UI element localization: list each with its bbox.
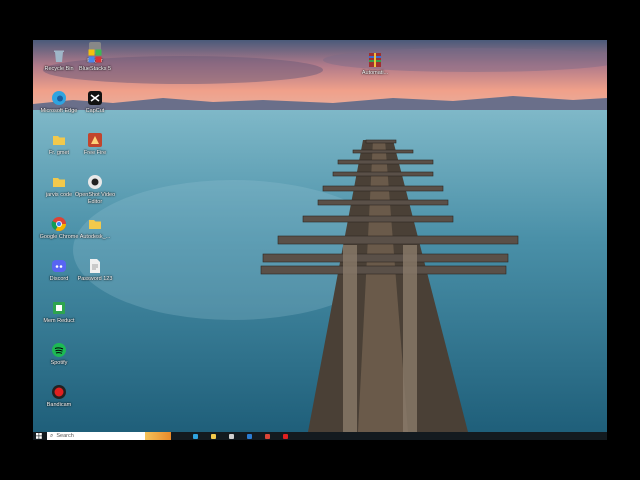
taskbar: ⌕ Search — [33, 432, 607, 440]
desktop-icon[interactable]: Free Fire — [73, 132, 117, 170]
recycle-bin-icon — [54, 50, 64, 62]
desktop-icon-label: Autodesk_... — [79, 234, 111, 240]
taskbar-chrome-icon[interactable] — [265, 433, 270, 439]
taskbar-vscode-icon[interactable] — [247, 433, 252, 439]
desktop-icon-label: Spotify — [50, 360, 68, 366]
start-icon[interactable] — [35, 432, 43, 440]
search-placeholder: Search — [56, 433, 74, 439]
openshot-icon — [88, 175, 102, 189]
desktop-icon[interactable]: Autodesk_... — [73, 216, 117, 254]
desktop-icon[interactable]: CapCut — [73, 90, 117, 128]
desktop-icon-label: Password 123 — [77, 276, 113, 282]
winrar-icon — [369, 53, 381, 67]
desktop-screen: Recycle Bin Microsoft Edge Fr. gmet jarvis … — [33, 40, 607, 440]
desktop-icon[interactable]: Mem Reduct — [37, 300, 81, 338]
desktop-icon-label: CapCut — [85, 108, 105, 114]
bandicam-icon — [52, 385, 66, 399]
folder-icon — [89, 220, 101, 229]
taskbar-edge-icon[interactable] — [193, 433, 198, 439]
folder-icon — [53, 178, 65, 187]
taskbar-search-box[interactable]: ⌕ Search — [47, 432, 171, 440]
edge-icon — [52, 91, 66, 105]
desktop-icon[interactable]: Bandicam — [37, 384, 81, 422]
bluestacks-icon — [88, 49, 102, 63]
folder-icon — [53, 136, 65, 145]
search-icon: ⌕ — [50, 432, 54, 439]
desktop-icon-label: Free Fire — [83, 150, 107, 156]
desktop-icon[interactable]: OpenShot Video Editor — [73, 174, 117, 212]
desktop-icon-label: Bandicam — [46, 402, 72, 408]
desktop-icon-label: Automati... — [361, 70, 389, 76]
desktop-icon[interactable]: Password 123 — [73, 258, 117, 296]
desktop-icon-label: BlueStacks 5 — [78, 66, 112, 72]
discord-icon — [52, 260, 66, 272]
desktop-wallpaper — [33, 40, 607, 432]
desktop-icon-label: OpenShot Video Editor — [74, 192, 116, 205]
free-fire-icon — [88, 133, 102, 147]
search-highlight-image — [145, 432, 171, 440]
taskbar-bandicam-icon[interactable] — [283, 433, 288, 439]
capcut-icon — [88, 91, 102, 105]
taskbar-store-icon[interactable] — [229, 433, 234, 439]
desktop-icon-label: Mem Reduct — [43, 318, 75, 324]
spotify-icon — [52, 343, 66, 357]
taskbar-file-explorer-icon[interactable] — [211, 433, 216, 439]
text-file-icon — [90, 259, 100, 273]
desktop-icon[interactable]: Spotify — [37, 342, 81, 380]
mem-reduct-icon — [53, 302, 65, 314]
desktop-icon[interactable]: BlueStacks 5 — [73, 48, 117, 86]
desktop-icon[interactable]: Automati... — [353, 52, 397, 90]
chrome-icon — [51, 217, 66, 231]
